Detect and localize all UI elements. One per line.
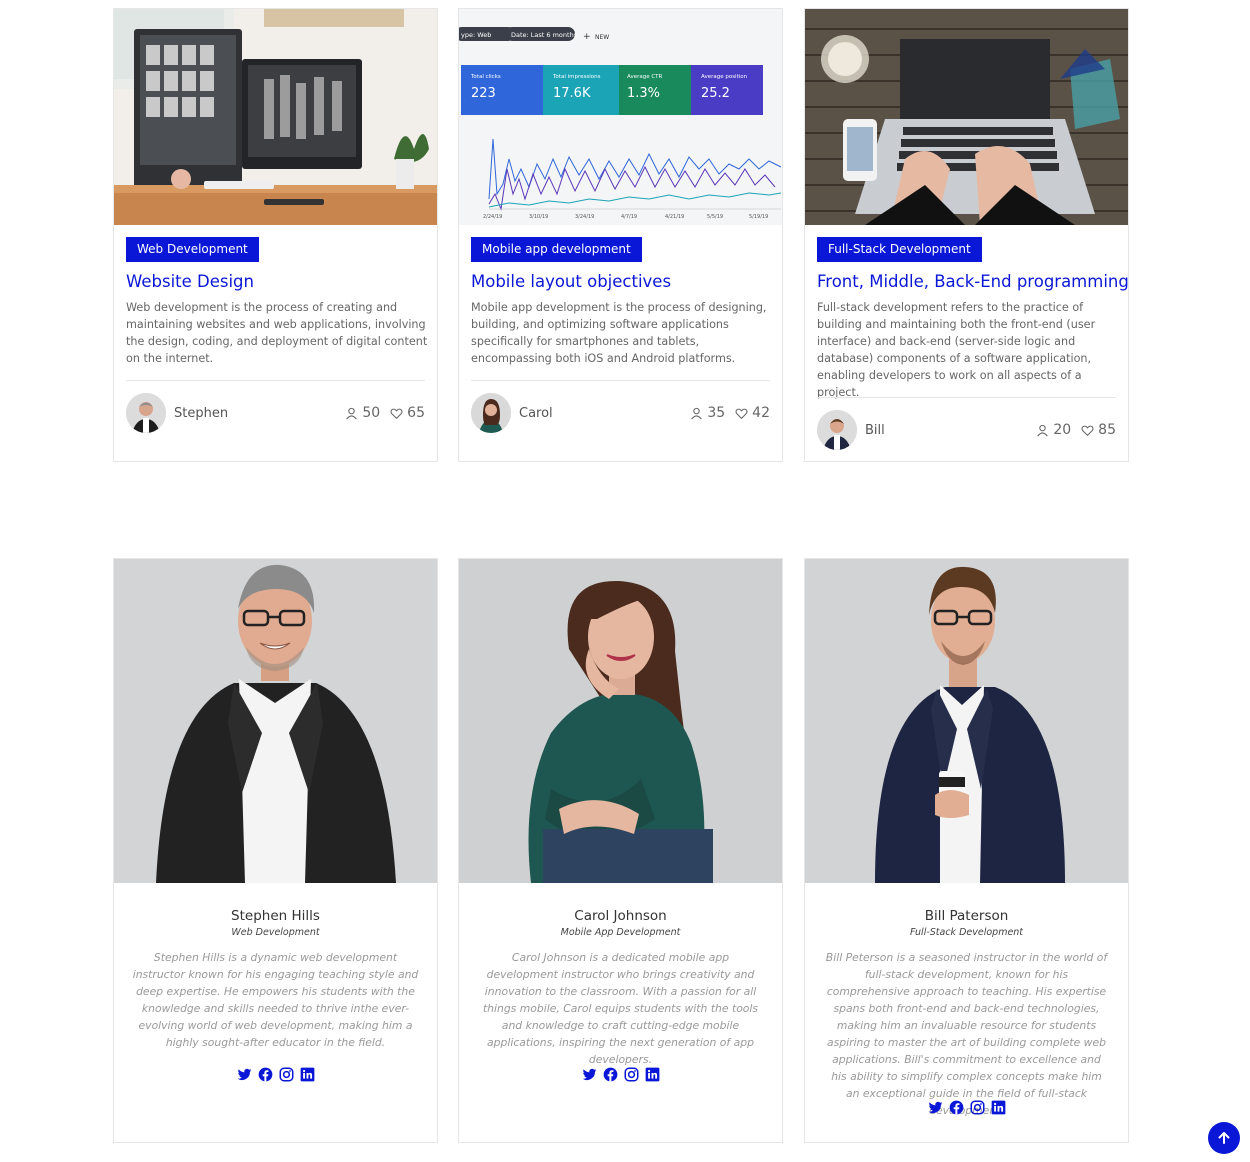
students-count: 20 (1053, 422, 1072, 438)
social-links (114, 1067, 437, 1082)
category-badge[interactable]: Full-Stack Development (817, 237, 982, 262)
students-count: 50 (362, 405, 381, 421)
course-stats: 35 42 (690, 405, 770, 421)
twitter-icon[interactable] (237, 1067, 252, 1082)
axis-date: 4/7/19 (621, 214, 637, 220)
course-title[interactable]: Front, Middle, Back-End programming (817, 272, 1129, 291)
twitter-icon[interactable] (928, 1100, 943, 1115)
divider (817, 397, 1116, 398)
avatar (817, 410, 857, 450)
likes-count: 42 (752, 405, 770, 421)
metric-label: Average CTR (627, 74, 663, 80)
user-icon (1037, 424, 1049, 437)
course-title[interactable]: Website Design (126, 272, 427, 291)
member-name: Stephen Hills (231, 908, 320, 924)
metric-label: Total clicks (470, 74, 501, 80)
member-role: Mobile App Development (560, 927, 681, 938)
member-photo (805, 559, 1128, 883)
member-name: Bill Paterson (924, 908, 1009, 924)
filter-chip-type: ype: Web (461, 31, 491, 39)
course-card[interactable]: ype: Web Date: Last 6 months + NEW Total… (458, 8, 783, 462)
author-name[interactable]: Carol (519, 406, 553, 421)
social-links (805, 1100, 1128, 1115)
course-description: Web development is the process of creati… (126, 301, 428, 365)
category-badge[interactable]: Web Development (126, 237, 259, 262)
member-name: Carol Johnson (574, 908, 667, 924)
course-meta: Carol 35 42 (471, 393, 770, 433)
metric-label: Average position (701, 74, 748, 80)
course-card[interactable]: Full-Stack Development Front, Middle, Ba… (804, 8, 1129, 462)
course-meta: Bill 20 85 (817, 410, 1116, 450)
course-image-laptop-typing[interactable] (805, 9, 1128, 225)
course-title[interactable]: Mobile layout objectives (471, 272, 772, 291)
heart-icon (735, 408, 748, 419)
facebook-icon[interactable] (603, 1067, 618, 1082)
axis-date: 3/10/19 (529, 214, 548, 220)
team-member-card: Bill Paterson Full-Stack Development Bil… (804, 558, 1129, 1143)
arrow-up-icon (1218, 1132, 1230, 1144)
social-links (459, 1067, 782, 1082)
axis-date: 2/24/19 (483, 214, 502, 220)
axis-date: 3/24/19 (575, 214, 594, 220)
course-image-desk-computers[interactable] (114, 9, 437, 225)
course-meta: Stephen 50 65 (126, 393, 425, 433)
axis-date: 4/21/19 (665, 214, 684, 220)
instagram-icon[interactable] (624, 1067, 639, 1082)
likes-count: 65 (407, 405, 425, 421)
linkedin-icon[interactable] (300, 1067, 315, 1082)
divider (471, 380, 770, 381)
likes-count: 85 (1098, 422, 1116, 438)
team-member-card: Stephen Hills Web Development Stephen Hi… (113, 558, 438, 1143)
axis-date: 5/19/19 (749, 214, 768, 220)
avatar (471, 393, 511, 433)
member-bio: Bill Peterson is a seasoned instructor i… (825, 951, 1108, 1117)
axis-date: 5/5/19 (707, 214, 723, 220)
twitter-icon[interactable] (582, 1067, 597, 1082)
divider (126, 380, 425, 381)
metric-value: 25.2 (701, 86, 730, 101)
author-name[interactable]: Bill (865, 423, 885, 438)
course-image-analytics-dashboard[interactable]: ype: Web Date: Last 6 months + NEW Total… (459, 9, 782, 225)
team-member-card: Carol Johnson Mobile App Development Car… (458, 558, 783, 1143)
students-count: 35 (707, 405, 726, 421)
metric-value: 1.3% (627, 86, 660, 101)
metric-value: 223 (471, 86, 496, 101)
course-description: Mobile app development is the process of… (471, 301, 767, 365)
heart-icon (1081, 425, 1094, 436)
member-photo (459, 559, 782, 883)
member-photo (114, 559, 437, 883)
user-icon (691, 407, 703, 420)
course-description: Full-stack development refers to the pra… (817, 301, 1096, 399)
member-role: Full-Stack Development (909, 927, 1024, 938)
instagram-icon[interactable] (279, 1067, 294, 1082)
instagram-icon[interactable] (970, 1100, 985, 1115)
member-role: Web Development (231, 927, 320, 938)
facebook-icon[interactable] (258, 1067, 273, 1082)
linkedin-icon[interactable] (991, 1100, 1006, 1115)
filter-chip-date: Date: Last 6 months (511, 31, 578, 39)
user-icon (346, 407, 358, 420)
heart-icon (390, 408, 403, 419)
course-stats: 50 65 (345, 405, 425, 421)
course-card[interactable]: Web Development Website Design Web devel… (113, 8, 438, 462)
course-stats: 20 85 (1036, 422, 1116, 438)
svg-text:+: + (583, 32, 591, 42)
avatar (126, 393, 166, 433)
linkedin-icon[interactable] (645, 1067, 660, 1082)
new-filter-label: NEW (595, 34, 609, 41)
back-to-top-button[interactable] (1208, 1122, 1240, 1154)
category-badge[interactable]: Mobile app development (471, 237, 642, 262)
author-name[interactable]: Stephen (174, 406, 228, 421)
metric-value: 17.6K (553, 86, 591, 101)
member-bio: Stephen Hills is a dynamic web developme… (132, 951, 419, 1049)
member-bio: Carol Johnson is a dedicated mobile app … (482, 951, 759, 1066)
metric-label: Total impressions (552, 74, 601, 80)
facebook-icon[interactable] (949, 1100, 964, 1115)
